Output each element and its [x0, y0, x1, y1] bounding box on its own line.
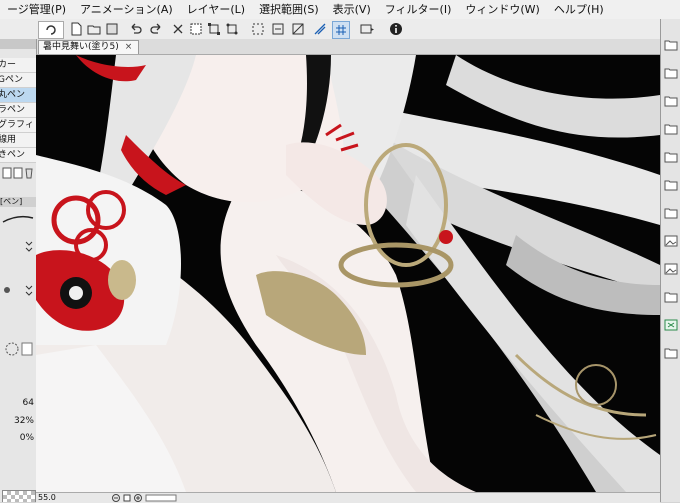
brush-item-kiri-pen[interactable]: きペン: [0, 148, 36, 163]
app-logo-icon[interactable]: [38, 21, 64, 39]
menu-filter[interactable]: フィルター(I): [378, 0, 459, 19]
fill-icon[interactable]: [188, 21, 204, 37]
screen-mode-icon[interactable]: [356, 21, 378, 37]
redo-icon[interactable]: [148, 21, 164, 37]
save-icon[interactable]: [104, 21, 120, 37]
menu-view[interactable]: 表示(V): [326, 0, 378, 19]
open-folder-icon[interactable]: [86, 21, 102, 37]
brush-stroke-preview: [2, 213, 34, 225]
brush-item-line[interactable]: 線用: [0, 133, 36, 148]
layer-folder-icon[interactable]: [664, 179, 678, 191]
invert-selection-icon[interactable]: [290, 21, 306, 37]
panel-header: [0, 39, 36, 49]
right-panel-strip: [660, 19, 680, 502]
transform-icon[interactable]: [224, 21, 240, 37]
property-value-3[interactable]: 0%: [0, 432, 36, 445]
layer-folder-icon[interactable]: [664, 95, 678, 107]
brush-item-g-pen[interactable]: Gペン: [0, 73, 36, 88]
menu-help[interactable]: ヘルプ(H): [547, 0, 611, 19]
layer-folder-icon[interactable]: [664, 207, 678, 219]
command-bar: [0, 19, 680, 40]
brush-item-ra-pen[interactable]: ラペン: [0, 103, 36, 118]
selection-icon[interactable]: [250, 21, 266, 37]
sub-tool-panel: カー Gペン 丸ペン ラペン グラフィ 線用 きペン [ペン] 64 32% 0…: [0, 39, 37, 502]
image-layer-icon[interactable]: [664, 235, 678, 247]
info-icon[interactable]: [388, 21, 404, 37]
property-value-2[interactable]: 32%: [0, 415, 36, 428]
artwork-image: [36, 55, 660, 492]
mask-layer-icon[interactable]: [664, 319, 678, 331]
close-icon[interactable]: ×: [125, 41, 133, 54]
menu-window[interactable]: ウィンドウ(W): [458, 0, 546, 19]
transparent-color-swatch[interactable]: [2, 490, 36, 502]
menu-animation[interactable]: アニメーション(A): [73, 0, 180, 19]
brush-item-round-pen[interactable]: 丸ペン: [0, 88, 36, 103]
brush-item-marker[interactable]: カー: [0, 58, 36, 73]
document-tab[interactable]: 暑中見舞い(塗り5) ×: [38, 40, 140, 54]
menu-bar: ージ管理(P) アニメーション(A) レイヤー(L) 選択範囲(S) 表示(V)…: [0, 0, 680, 20]
ruler-snap-icon[interactable]: [312, 21, 328, 37]
navigation-controls[interactable]: [112, 494, 182, 502]
image-layer-icon[interactable]: [664, 263, 678, 275]
layer-folder-icon[interactable]: [664, 291, 678, 303]
grid-snap-icon[interactable]: [332, 21, 350, 39]
opacity-stepper[interactable]: [2, 283, 34, 297]
layer-folder-icon[interactable]: [664, 151, 678, 163]
menu-page-management[interactable]: ージ管理(P): [0, 0, 73, 19]
brush-tool-icons[interactable]: [2, 167, 34, 179]
document-tab-bar: 暑中見舞い(塗り5) ×: [36, 39, 660, 55]
scale-icon[interactable]: [206, 21, 222, 37]
menu-selection[interactable]: 選択範囲(S): [252, 0, 326, 19]
size-stepper[interactable]: [2, 239, 34, 253]
sub-tool-group-label: [ペン]: [0, 197, 36, 207]
deselect-icon[interactable]: [270, 21, 286, 37]
layer-folder-icon[interactable]: [664, 123, 678, 135]
property-value-1[interactable]: 64: [0, 397, 36, 410]
brush-item-graphic[interactable]: グラフィ: [0, 118, 36, 133]
new-file-icon[interactable]: [68, 21, 84, 37]
layer-folder-icon[interactable]: [664, 347, 678, 359]
brush-tip-icon[interactable]: [2, 339, 34, 359]
document-tab-title: 暑中見舞い(塗り5): [43, 42, 119, 52]
status-bar: 55.0: [36, 492, 660, 503]
menu-layer[interactable]: レイヤー(L): [180, 0, 252, 19]
clear-icon[interactable]: [170, 21, 186, 37]
layer-folder-icon[interactable]: [664, 67, 678, 79]
drawing-canvas[interactable]: [36, 55, 660, 492]
panel-tab-strip[interactable]: [0, 49, 36, 58]
undo-icon[interactable]: [128, 21, 144, 37]
layer-folder-icon[interactable]: [664, 39, 678, 51]
